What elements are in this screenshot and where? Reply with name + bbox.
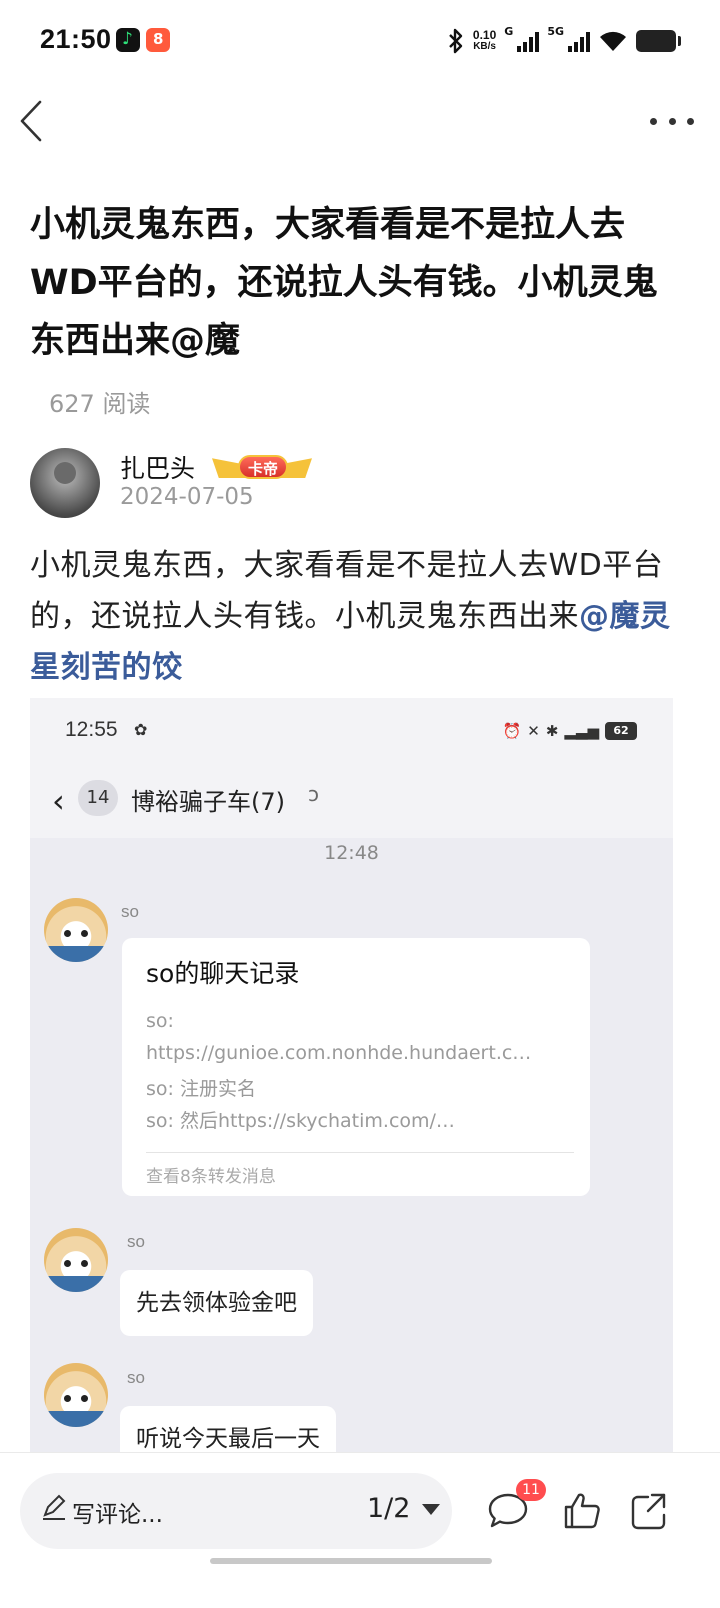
music-app-icon	[116, 28, 140, 52]
author-avatar[interactable]	[30, 448, 100, 518]
chevron-left-icon	[20, 100, 42, 142]
comment-count-badge: 11	[516, 1479, 546, 1501]
card-line: so: 注册实名	[146, 1078, 256, 1100]
thumbs-up-icon[interactable]	[560, 1489, 604, 1533]
comment-input[interactable]: 写评论... 1/2	[20, 1473, 452, 1549]
caret-down-icon[interactable]	[422, 1504, 440, 1515]
status-bar: 21:50 0.10 KB/s G 5G	[0, 0, 720, 84]
bluetooth-icon	[449, 28, 463, 54]
card-title: so的聊天记录	[146, 959, 300, 988]
bluetooth-small-icon: ✱	[545, 722, 559, 740]
author-name[interactable]: 扎巴头	[120, 449, 195, 485]
author-medal-badge: 卡帝	[212, 450, 312, 482]
comment-placeholder: 写评论...	[72, 1502, 163, 1528]
more-options-button[interactable]	[650, 108, 694, 134]
home-indicator[interactable]	[210, 1558, 492, 1564]
post-body-text: 小机灵鬼东西，大家看看是不是拉人去WD平台的，还说拉人头有钱。小机灵鬼东西出来	[30, 548, 664, 634]
chat-bubble: 听说今天最后一天	[120, 1406, 336, 1453]
back-button[interactable]	[14, 98, 54, 144]
screenshot-back-icon: ‹	[52, 782, 65, 820]
network-type-label: G	[504, 25, 514, 38]
post-body: 小机灵鬼东西，大家看看是不是拉人去WD平台的，还说拉人头有钱。小机灵鬼东西出来@…	[30, 540, 690, 693]
screenshot-chat-title: 博裕骗子车(7)	[131, 788, 285, 816]
sender-name: so	[121, 902, 139, 921]
post-title: 小机灵鬼东西，大家看看是不是拉人去WD平台的，还说拉人头有钱。小机灵鬼东西出来@…	[30, 205, 658, 361]
signal-bars-icon	[517, 30, 540, 52]
screenshot-unread-count: 14	[78, 780, 118, 816]
screenshot-battery: 62	[605, 722, 637, 740]
more-dots-icon	[650, 117, 657, 125]
ear-icon: ↄ	[308, 782, 319, 806]
screenshot-chat-timestamp: 12:48	[324, 842, 379, 864]
post-date: 2024-07-05	[120, 484, 254, 510]
sender-avatar	[44, 898, 108, 962]
chat-bubble: 先去领体验金吧	[120, 1270, 313, 1336]
status-icons: 0.10 KB/s G 5G	[447, 25, 681, 57]
paw-icon: ✿	[134, 720, 148, 739]
card-divider	[146, 1152, 574, 1153]
forwarded-chat-card: so的聊天记录 so: https://gunioe.com.nonhde.hu…	[122, 938, 590, 1196]
sender-avatar	[44, 1228, 108, 1292]
battery-icon	[636, 30, 681, 52]
screenshot-chat-header: ‹ 14 博裕骗子车(7) ↄ	[30, 768, 673, 838]
pencil-icon	[43, 1494, 66, 1520]
sender-name: so	[127, 1368, 145, 1387]
share-icon[interactable]	[628, 1489, 672, 1533]
status-time: 21:50	[40, 24, 112, 54]
bottom-action-bar: 写评论... 1/2 11	[0, 1452, 720, 1608]
page-indicator[interactable]: 1/2	[367, 1493, 410, 1524]
alarm-icon: ⏰	[502, 722, 522, 740]
post-image[interactable]: 12:55 ✿ ⏰ ✕ ✱ ▂▃▅ 62 ‹ 14 博裕骗子车(7) ↄ 12:…	[30, 698, 673, 1453]
signal-small-icon: ▂▃▅	[564, 722, 599, 740]
sender-name: so	[127, 1232, 145, 1251]
wifi-icon	[600, 31, 626, 51]
card-line: https://gunioe.com.nonhde.hundaert.c…	[146, 1042, 532, 1064]
card-line: so:	[146, 1010, 174, 1032]
screenshot-status-icons: ⏰ ✕ ✱ ▂▃▅ 62	[503, 722, 637, 740]
screenshot-time: 12:55	[65, 718, 118, 741]
network-speed-value: 0.10	[472, 28, 497, 42]
network-speed-unit: KB/s	[473, 41, 496, 52]
medal-label: 卡帝	[238, 455, 288, 479]
sender-avatar	[44, 1363, 108, 1427]
card-line: so: 然后https://skychatim.com/…	[146, 1110, 455, 1132]
shopping-app-icon	[146, 28, 170, 52]
signal-bars-5g-icon	[568, 30, 590, 52]
mute-icon: ✕	[527, 722, 540, 740]
read-count: 627 阅读	[49, 390, 151, 418]
network-type-5g-label: 5G	[547, 25, 564, 38]
screenshot-status-bar: 12:55 ✿ ⏰ ✕ ✱ ▂▃▅ 62	[30, 698, 673, 768]
network-speed: 0.10 KB/s	[473, 29, 496, 53]
card-footer: 查看8条转发消息	[146, 1167, 276, 1187]
